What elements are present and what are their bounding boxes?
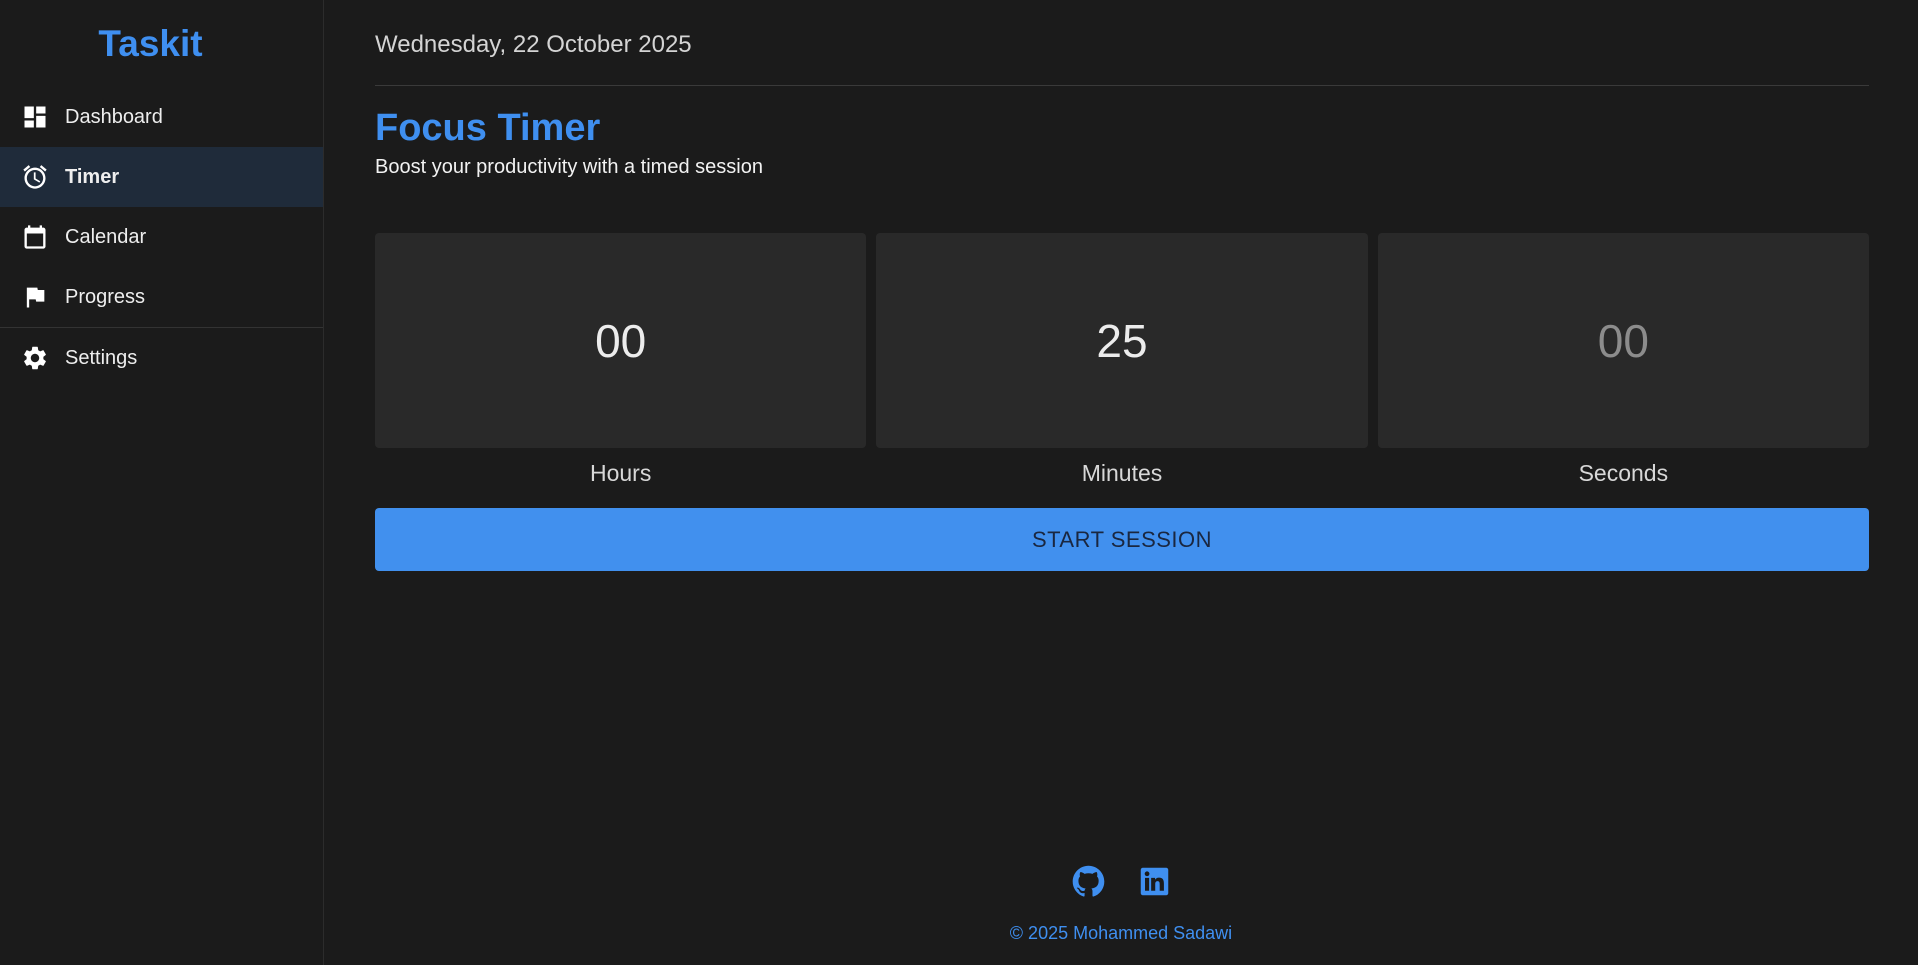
seconds-label: Seconds [1578, 460, 1669, 486]
sidebar-item-timer[interactable]: Timer [0, 147, 323, 207]
page-title: Focus Timer [375, 107, 601, 149]
dashboard-icon [21, 103, 49, 131]
sidebar-item-calendar[interactable]: Calendar [0, 207, 323, 267]
sidebar-item-progress[interactable]: Progress [0, 267, 323, 327]
sidebar-item-label: Dashboard [65, 105, 163, 128]
brand-logo[interactable]: Taskit [0, 0, 323, 87]
linkedin-icon[interactable] [1138, 865, 1171, 903]
timer-seconds: 00 Seconds [1377, 233, 1869, 487]
minutes-value[interactable]: 25 [876, 233, 1368, 448]
social-links [1072, 865, 1171, 903]
sidebar-item-label: Calendar [65, 225, 147, 248]
flag-icon [21, 283, 49, 311]
timer-display: 00 Hours 25 Minutes 00 Seconds [375, 233, 1869, 487]
copyright-text: © 2025 Mohammed Sadawi [1009, 923, 1233, 943]
github-icon[interactable] [1072, 865, 1105, 903]
page-subtitle: Boost your productivity with a timed ses… [375, 156, 763, 178]
sidebar: Taskit Dashboard Timer Calendar Progress [0, 0, 324, 965]
timer-minutes: 25 Minutes [876, 233, 1368, 487]
current-date: Wednesday, 22 October 2025 [375, 0, 1869, 86]
sidebar-item-label: Settings [65, 346, 138, 369]
main-content: Wednesday, 22 October 2025 Focus Timer B… [324, 0, 1918, 965]
sidebar-item-settings[interactable]: Settings [0, 328, 323, 388]
sidebar-item-label: Timer [65, 165, 120, 188]
app-root: Taskit Dashboard Timer Calendar Progress [0, 0, 1918, 965]
timer-hours: 00 Hours [375, 233, 867, 487]
start-session-button[interactable]: START SESSION [375, 508, 1869, 571]
seconds-value[interactable]: 00 [1377, 233, 1869, 448]
hours-value[interactable]: 00 [375, 233, 867, 448]
alarm-clock-icon [21, 163, 49, 191]
minutes-label: Minutes [1081, 460, 1163, 486]
footer: © 2025 Mohammed Sadawi [324, 865, 1918, 944]
sidebar-item-dashboard[interactable]: Dashboard [0, 87, 323, 147]
calendar-icon [21, 223, 49, 251]
hours-label: Hours [589, 460, 652, 486]
gear-icon [21, 344, 49, 372]
sidebar-item-label: Progress [65, 285, 146, 308]
